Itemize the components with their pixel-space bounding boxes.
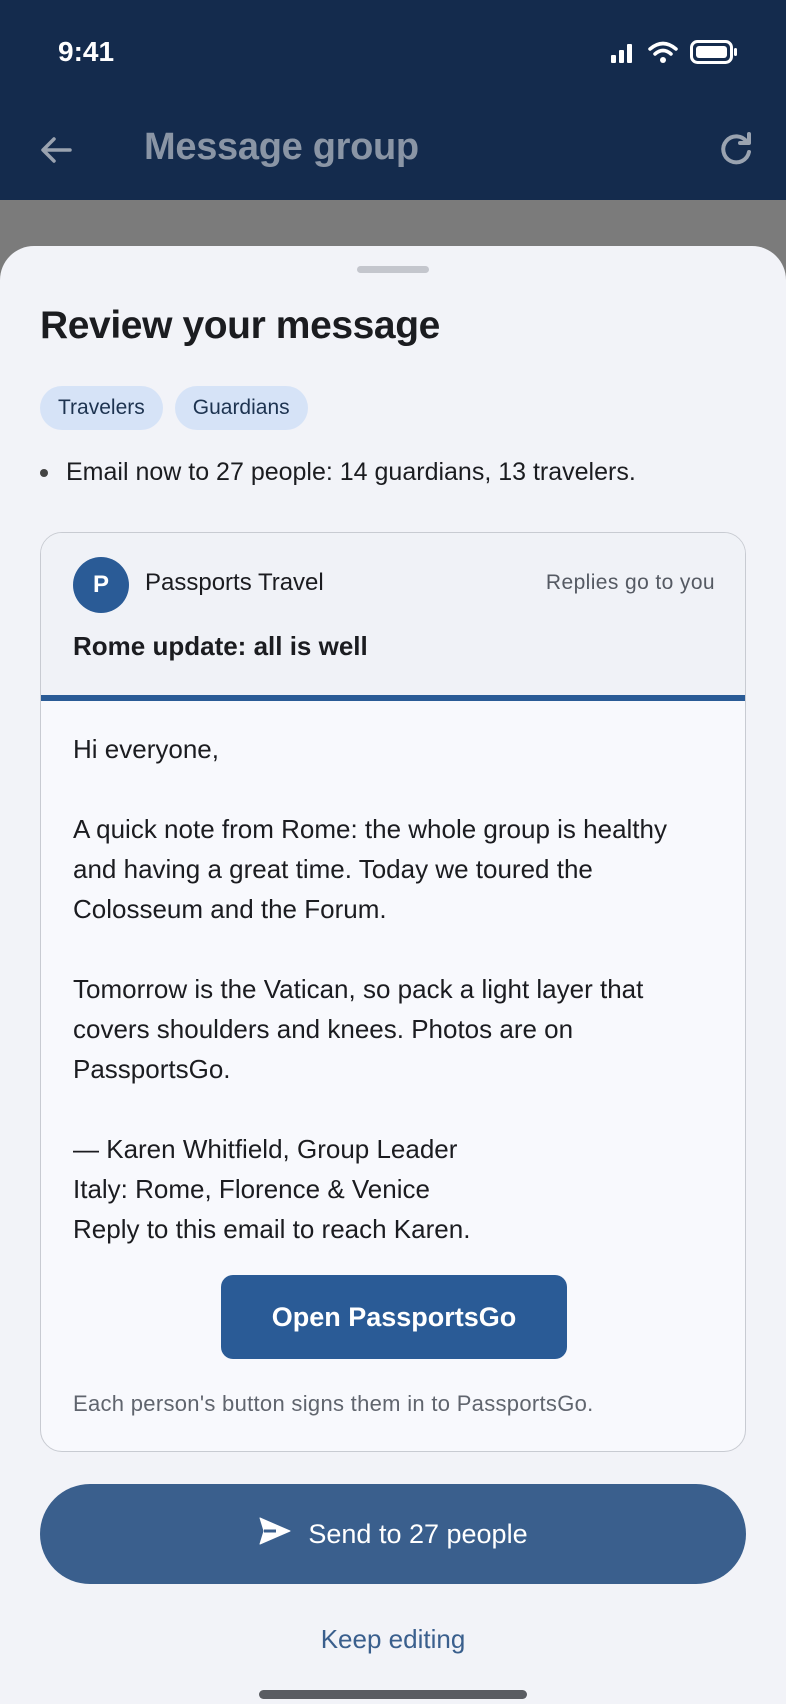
refresh-icon[interactable] [714,128,758,172]
sheet-title: Review your message [40,304,440,347]
recipient-summary-text: Email now to 27 people: 14 guardians, 13… [66,458,636,486]
home-indicator [259,1690,527,1699]
email-paragraph-2: Tomorrow is the Vatican, so pack a light… [73,974,644,1084]
button-footnote: Each person's button signs them in to Pa… [73,1391,594,1416]
wifi-icon [648,41,678,68]
bullet-icon [40,468,48,477]
email-subject: Rome update: all is well [73,631,368,661]
battery-icon [690,40,738,69]
signature-line-2: Italy: Rome, Florence & Venice [73,1174,430,1204]
back-arrow-icon[interactable] [36,130,76,170]
send-button-label: Send to 27 people [308,1518,528,1549]
drag-handle[interactable] [357,266,429,273]
email-body: Hi everyone, A quick note from Rome: the… [73,729,713,1249]
header-divider [41,695,745,701]
open-passportsgo-button[interactable]: Open PassportsGo [221,1275,567,1359]
send-button[interactable]: Send to 27 people [40,1484,746,1584]
status-time: 9:41 [58,36,115,67]
sender-avatar: P [73,557,129,613]
email-paragraph-1: A quick note from Rome: the whole group … [73,814,667,924]
app-bar: Message group [0,110,786,200]
chip-guardians: Guardians [174,386,308,430]
chip-travelers: Travelers [40,386,163,430]
email-signature: — Karen Whitfield, Group Leader Italy: R… [73,1129,713,1249]
avatar-letter: P [92,571,109,598]
email-preview-card: P Passports Travel Replies go to you Rom… [40,532,746,1452]
signature-line-1: — Karen Whitfield, Group Leader [73,1134,458,1164]
recipient-summary: Email now to 27 people: 14 guardians, 13… [40,458,636,487]
signal-icon [610,41,636,68]
page-title: Message group [144,126,419,168]
reply-note: Replies go to you [545,571,715,594]
email-greeting: Hi everyone, [73,734,219,764]
review-bottom-sheet: Review your message Travelers Guardians … [0,246,786,1704]
recipient-chips: Travelers Guardians [40,386,308,430]
status-bar: 9:41 [0,0,786,110]
sender-name: Passports Travel [145,569,324,596]
send-icon [258,1516,292,1553]
email-header: P Passports Travel Replies go to you Rom… [41,533,745,695]
status-icons [610,40,738,69]
keep-editing-link[interactable]: Keep editing [0,1624,786,1655]
signature-line-3: Reply to this email to reach Karen. [73,1214,471,1244]
